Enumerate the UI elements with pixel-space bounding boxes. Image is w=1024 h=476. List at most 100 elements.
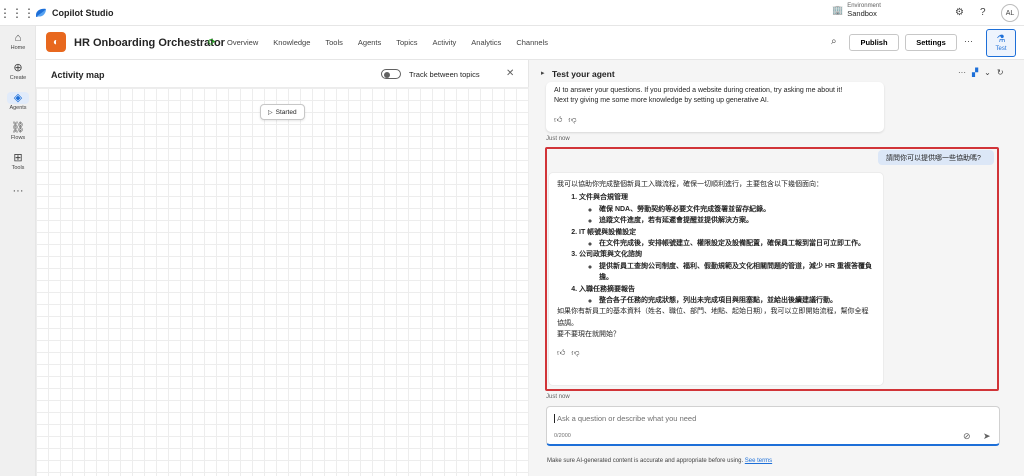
toggle-knob <box>384 71 390 78</box>
feedback-row: 👍︎ 👎︎ <box>557 347 875 358</box>
chevron-down-icon[interactable]: ⌄ <box>984 68 991 77</box>
rail-label: Home <box>10 44 26 51</box>
activity-map-title: Activity map <box>51 70 105 80</box>
more-icon[interactable]: ··· <box>958 68 966 77</box>
play-icon: ▷ <box>268 109 273 116</box>
environment-picker[interactable]: 🏢 Environment Sandbox <box>832 3 881 18</box>
section-title: 文件與合規管理 <box>579 194 628 202</box>
bot-outro-1: 如果你有新員工的基本資料（姓名、職位、部門、地點、起始日期），我可以立即開始流程… <box>557 308 869 327</box>
close-icon[interactable]: ✕ <box>506 68 514 79</box>
tab-tools[interactable]: Tools <box>325 38 343 47</box>
top-bar: ⋮⋮⋮ Copilot Studio 🏢 Environment Sandbox… <box>0 0 1024 26</box>
search-icon[interactable]: ⌕ <box>831 36 837 47</box>
rail-label: Flows <box>10 134 26 141</box>
settings-gear-icon[interactable]: ⚙ <box>955 7 964 18</box>
tab-topics[interactable]: Topics <box>396 38 417 47</box>
timestamp: Just now <box>546 394 570 400</box>
help-icon[interactable]: ? <box>980 7 986 18</box>
app-launcher-icon[interactable]: ⋮⋮⋮ <box>0 6 35 20</box>
list-item: 入職任務摘要報告 整合各子任務的完成狀態，列出未完成項目與阻塞點，並給出後續建議… <box>579 284 875 307</box>
see-terms-link[interactable]: See terms <box>745 458 772 464</box>
started-label: Started <box>275 108 297 116</box>
flows-icon: ⛓ <box>11 121 25 134</box>
list-item: 追蹤文件進度，若有延遲會提醒並提供解決方案。 <box>599 215 875 226</box>
test-button[interactable]: ⚗ Test <box>986 29 1016 57</box>
plus-circle-icon: ⊕ <box>13 61 23 74</box>
rail-item-home[interactable]: ⌂ Home <box>0 26 36 56</box>
timestamp: Just now <box>546 136 570 142</box>
avatar[interactable]: AL <box>1001 4 1019 22</box>
more-icon: ··· <box>12 185 24 197</box>
started-node[interactable]: ▷ Started <box>260 104 305 120</box>
rail-label: Tools <box>11 164 25 171</box>
rail-label: Agents <box>9 104 27 111</box>
list-item: 在文件完成後，安排帳號建立、權限設定及設備配置，確保員工報到當日可立即工作。 <box>599 238 875 249</box>
activity-map-canvas[interactable]: ▷ Started <box>36 88 529 476</box>
send-icon[interactable]: ➤ <box>983 431 991 442</box>
test-agent-title: Test your agent <box>552 69 615 79</box>
agent-name[interactable]: HR Onboarding Orchestrator <box>74 37 225 49</box>
environment-icon: 🏢 <box>832 5 844 15</box>
chevron-right-icon[interactable]: ▸ <box>541 69 545 77</box>
home-icon: ⌂ <box>14 31 22 44</box>
ai-disclaimer: Make sure AI-generated content is accura… <box>547 458 772 464</box>
rail-item-flows[interactable]: ⛓ Flows <box>0 116 36 146</box>
chat-input[interactable]: Ask a question or describe what you need… <box>546 406 1000 446</box>
agent-logo-icon: ◐ <box>46 32 66 52</box>
list-item: 整合各子任務的完成狀態，列出未完成項目與阻塞點，並給出後續建議行動。 <box>599 295 875 306</box>
track-topics-toggle[interactable] <box>381 69 401 79</box>
tools-icon: ⊞ <box>13 151 23 164</box>
intro-line-1: AI to answer your questions. If you prov… <box>554 87 843 94</box>
refresh-icon[interactable]: ↻ <box>997 68 1004 77</box>
bot-sections: 文件與合規管理 確保 NDA、勞動契約等必要文件完成簽署並留存紀錄。 追蹤文件進… <box>557 192 875 306</box>
thumbs-down-icon[interactable]: 👎︎ <box>571 347 579 358</box>
rail-item-agents[interactable]: ◈ Agents <box>0 86 36 116</box>
tab-knowledge[interactable]: Knowledge <box>273 38 310 47</box>
user-message: 請問你可以提供哪一些協助嗎? <box>878 150 994 165</box>
test-agent-panel: ▸ Test your agent ··· ▞ ⌄ ↻ AI to answer… <box>530 60 1024 476</box>
list-item: 提供新員工查詢公司制度、福利、假勤規範及文化相關問題的管道，減少 HR 重複答覆… <box>599 261 875 284</box>
more-options-icon[interactable]: ··· <box>964 36 973 46</box>
tab-overview[interactable]: Overview <box>227 38 258 47</box>
rail-item-tools[interactable]: ⊞ Tools <box>0 146 36 176</box>
test-flask-icon: ⚗ <box>996 34 1006 45</box>
test-label: Test <box>995 46 1007 52</box>
tab-agents[interactable]: Agents <box>358 38 381 47</box>
bot-message-response: 我可以協助你完成整個新員工入職流程，確保一切順利進行，主要包含以下幾個面向： 文… <box>548 172 884 386</box>
chat-input-placeholder: Ask a question or describe what you need <box>554 414 696 423</box>
copilot-studio-logo <box>36 8 46 17</box>
bot-message-intro: AI to answer your questions. If you prov… <box>546 82 884 132</box>
agent-nav: Overview Knowledge Tools Agents Topics A… <box>227 38 563 47</box>
section-title: 公司政策與文化諮詢 <box>579 251 642 259</box>
disclaimer-text: Make sure AI-generated content is accura… <box>547 458 744 464</box>
tab-activity[interactable]: Activity <box>433 38 457 47</box>
agent-status-icon: ⟳ <box>208 37 216 47</box>
agents-icon: ◈ <box>7 91 29 104</box>
thumbs-down-icon[interactable]: 👎︎ <box>568 115 576 125</box>
section-title: IT 帳號與設備設定 <box>579 228 637 236</box>
agent-header: ◐ HR Onboarding Orchestrator ⟳ Overview … <box>36 26 1024 60</box>
rail-label: Create <box>9 74 27 81</box>
bot-intro: 我可以協助你完成整個新員工入職流程，確保一切順利進行，主要包含以下幾個面向： <box>557 181 823 188</box>
tab-analytics[interactable]: Analytics <box>471 38 501 47</box>
thumbs-up-icon[interactable]: 👍︎ <box>554 115 562 125</box>
app-name[interactable]: Copilot Studio <box>52 8 113 18</box>
map-icon[interactable]: ▞ <box>972 68 978 77</box>
bot-outro-2: 要不要現在就開始？ <box>557 331 620 339</box>
intro-line-2: Next try giving me some more knowledge b… <box>554 97 769 104</box>
settings-button[interactable]: Settings <box>905 34 957 51</box>
list-item: 文件與合規管理 確保 NDA、勞動契約等必要文件完成簽署並留存紀錄。 追蹤文件進… <box>579 192 875 226</box>
tab-channels[interactable]: Channels <box>516 38 548 47</box>
activity-map-panel: Activity map Track between topics ✕ ▷ St… <box>36 60 529 476</box>
feedback-row: 👍︎ 👎︎ <box>554 115 876 125</box>
left-rail: ⌂ Home ⊕ Create ◈ Agents ⛓ Flows ⊞ Tools… <box>0 26 36 476</box>
rail-item-create[interactable]: ⊕ Create <box>0 56 36 86</box>
rail-item-more[interactable]: ··· <box>0 176 36 206</box>
list-item: IT 帳號與設備設定 在文件完成後，安排帳號建立、權限設定及設備配置，確保員工報… <box>579 227 875 250</box>
publish-button[interactable]: Publish <box>849 34 899 51</box>
activity-map-header: Activity map Track between topics ✕ <box>36 60 529 88</box>
thumbs-up-icon[interactable]: 👍︎ <box>557 347 565 358</box>
environment-value: Sandbox <box>847 9 877 18</box>
char-count: 0/2000 <box>554 433 571 439</box>
attach-icon[interactable]: ⊘ <box>963 431 971 442</box>
